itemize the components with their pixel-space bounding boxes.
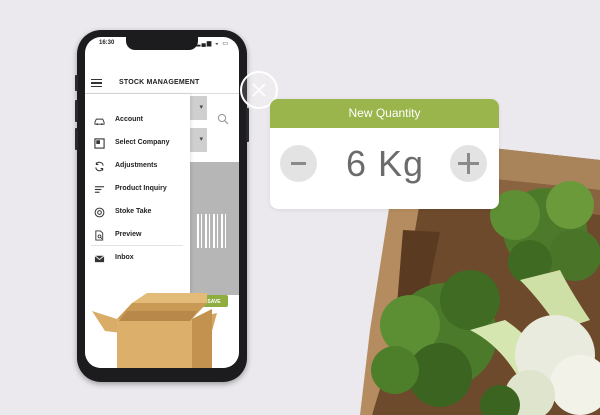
drawer-item-label: Account bbox=[115, 116, 143, 123]
phone-notch bbox=[126, 37, 198, 50]
drawer-item-select-company[interactable]: Select Company bbox=[91, 137, 181, 151]
drawer-item-product-inquiry[interactable]: Product Inquiry bbox=[91, 183, 181, 197]
inbox-icon bbox=[94, 255, 105, 263]
search-icon[interactable] bbox=[217, 113, 229, 125]
car-icon bbox=[94, 118, 105, 126]
drawer-item-preview[interactable]: Preview bbox=[91, 229, 181, 243]
company-icon bbox=[94, 138, 105, 149]
plus-icon bbox=[458, 153, 479, 174]
cardboard-box-icon bbox=[92, 293, 217, 368]
drawer-item-label: Inbox bbox=[115, 254, 134, 261]
drawer-divider bbox=[91, 245, 183, 246]
app-title: STOCK MANAGEMENT bbox=[119, 79, 200, 86]
target-icon bbox=[94, 207, 105, 218]
decrement-button[interactable] bbox=[280, 145, 317, 182]
sync-icon bbox=[95, 161, 104, 172]
quantity-value: 6 Kg bbox=[345, 143, 425, 184]
phone-volume-down-button bbox=[75, 128, 78, 150]
hamburger-menu-icon[interactable] bbox=[91, 79, 102, 88]
drawer-item-adjustments[interactable]: Adjustments bbox=[91, 160, 181, 174]
chevron-down-icon: ▾ bbox=[199, 104, 203, 111]
drawer-item-label: Adjustments bbox=[115, 162, 158, 169]
document-search-icon bbox=[95, 230, 104, 241]
app-bar: STOCK MANAGEMENT bbox=[85, 73, 239, 94]
quantity-card: New Quantity 6 Kg bbox=[270, 99, 499, 209]
drawer-item-inbox[interactable]: Inbox bbox=[91, 252, 181, 266]
close-icon bbox=[252, 83, 266, 97]
phone-volume-up-button bbox=[75, 100, 78, 122]
drawer-item-label: Stoke Take bbox=[115, 208, 152, 215]
dropdown-field-1[interactable]: ▾ bbox=[190, 96, 207, 120]
increment-button[interactable] bbox=[450, 145, 487, 182]
drawer-item-label: Select Company bbox=[115, 139, 170, 146]
phone-screen: 16:30 ▂▄▆ ◒ ▭ STOCK MANAGEMENT ▾ ▾ SAVE … bbox=[85, 37, 239, 368]
list-icon bbox=[94, 186, 105, 193]
drawer-item-label: Preview bbox=[115, 231, 142, 238]
status-time: 16:30 bbox=[99, 40, 115, 46]
minus-icon bbox=[291, 162, 306, 165]
dropdown-field-2[interactable]: ▾ bbox=[190, 128, 207, 152]
quantity-card-title: New Quantity bbox=[270, 99, 499, 128]
drawer-item-account[interactable]: Account bbox=[91, 114, 181, 128]
drawer-item-label: Product Inquiry bbox=[115, 185, 167, 192]
status-icons: ▂▄▆ ◒ ▭ bbox=[195, 41, 229, 47]
phone-power-button bbox=[246, 108, 249, 142]
chevron-down-icon: ▾ bbox=[199, 136, 203, 143]
barcode-icon bbox=[197, 214, 227, 248]
phone-mute-button bbox=[75, 75, 78, 91]
drawer-item-stoke-take[interactable]: Stoke Take bbox=[91, 206, 181, 220]
